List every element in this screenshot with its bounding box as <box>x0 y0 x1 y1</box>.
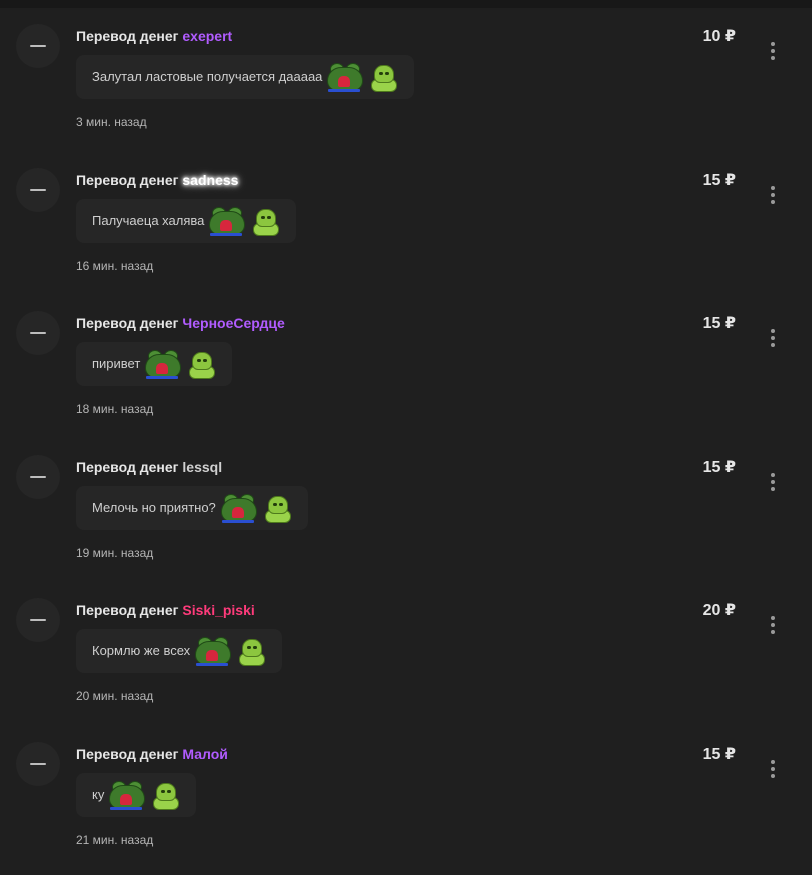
green-blob-emote <box>150 780 180 810</box>
green-blob-emote <box>186 349 216 379</box>
donation-message: Палучаеца халява <box>76 198 297 243</box>
donation-item: Перевод денег Siski_piski Кормлю же всех… <box>0 582 812 726</box>
message-text: Мелочь но приятно? <box>92 499 216 515</box>
donation-amount: 15 ₽ <box>702 171 736 189</box>
minus-avatar-icon <box>16 167 60 212</box>
donation-message: пиривет <box>76 342 233 386</box>
green-blob-emote <box>236 636 266 666</box>
donation-item: Перевод денег lessql Мелочь но приятно? … <box>0 439 812 583</box>
donor-name[interactable]: exepert <box>182 28 232 44</box>
message-text: ку <box>92 786 105 802</box>
minus-avatar-icon <box>16 24 60 68</box>
donation-item: Перевод денег exepert Залутал ластовые п… <box>0 8 812 152</box>
donation-label: Перевод денег <box>76 458 179 475</box>
donation-title: Перевод денег Малой <box>76 746 228 762</box>
donation-title: Перевод денег Siski_piski <box>76 602 255 618</box>
more-vertical-icon[interactable] <box>768 40 778 62</box>
frog-heart-emote <box>142 349 182 379</box>
donation-label: Перевод денег <box>76 28 179 44</box>
donation-amount: 20 ₽ <box>702 602 736 619</box>
frog-heart-emote <box>192 636 232 666</box>
donor-name[interactable]: Малой <box>182 746 228 762</box>
donation-label: Перевод денег <box>76 602 179 618</box>
donation-amount: 15 ₽ <box>702 458 736 476</box>
donation-title: Перевод денег exepert <box>76 28 232 44</box>
donor-name[interactable]: ЧерноеСердце <box>182 315 284 331</box>
donation-feed: Перевод денег exepert Залутал ластовые п… <box>0 8 812 869</box>
donation-amount: 15 ₽ <box>702 745 736 763</box>
green-blob-emote <box>250 206 280 236</box>
donation-message: ку <box>76 772 197 817</box>
donation-message: Залутал ластовые получается даааaa <box>76 55 415 99</box>
message-text: Палучаеца халява <box>92 212 205 228</box>
donation-title: Перевод денег sadness <box>76 172 238 188</box>
timestamp: 20 мин. назад <box>76 689 154 703</box>
more-vertical-icon[interactable] <box>768 327 778 349</box>
more-vertical-icon[interactable] <box>768 614 778 636</box>
donation-label: Перевод денег <box>76 745 179 762</box>
donation-item: Перевод денег ЧерноеСердце пиривет 18 ми… <box>0 295 812 439</box>
frog-heart-emote <box>106 780 146 810</box>
donation-item: Перевод денег Малой ку 21 мин. назад 15 … <box>0 726 812 870</box>
donation-title: Перевод денег ЧерноеСердце <box>76 315 285 331</box>
top-bar <box>0 0 812 8</box>
timestamp: 18 мин. назад <box>76 402 154 416</box>
frog-heart-emote <box>206 206 246 236</box>
more-vertical-icon[interactable] <box>768 758 778 780</box>
donation-message: Мелочь но приятно? <box>76 485 308 530</box>
donation-item: Перевод денег sadness Палучаеца халява 1… <box>0 152 812 296</box>
minus-avatar-icon <box>16 741 60 786</box>
donation-amount: 15 ₽ <box>702 315 736 332</box>
timestamp: 16 мин. назад <box>76 258 154 273</box>
green-blob-emote <box>262 493 292 523</box>
frog-heart-emote <box>324 62 364 92</box>
donor-name[interactable]: Siski_piski <box>182 602 254 618</box>
more-vertical-icon[interactable] <box>768 471 778 493</box>
green-blob-emote <box>368 62 398 92</box>
donation-amount: 10 ₽ <box>702 28 736 45</box>
donation-label: Перевод денег <box>76 315 179 331</box>
donation-message: Кормлю же всех <box>76 629 283 673</box>
more-vertical-icon[interactable] <box>768 184 778 206</box>
minus-avatar-icon <box>16 311 60 355</box>
message-text: Залутал ластовые получается даааaa <box>92 69 323 84</box>
message-text: Кормлю же всех <box>92 643 191 658</box>
minus-avatar-icon <box>16 454 60 499</box>
donation-title: Перевод денег lessql <box>76 459 222 475</box>
frog-heart-emote <box>218 493 258 523</box>
donation-label: Перевод денег <box>76 171 179 188</box>
donor-name[interactable]: lessql <box>182 459 222 475</box>
donor-name[interactable]: sadness <box>182 172 238 188</box>
minus-avatar-icon <box>16 598 60 642</box>
timestamp: 19 мин. назад <box>76 545 154 560</box>
timestamp: 3 мин. назад <box>76 115 147 129</box>
message-text: пиривет <box>92 356 141 371</box>
timestamp: 21 мин. назад <box>76 832 154 847</box>
